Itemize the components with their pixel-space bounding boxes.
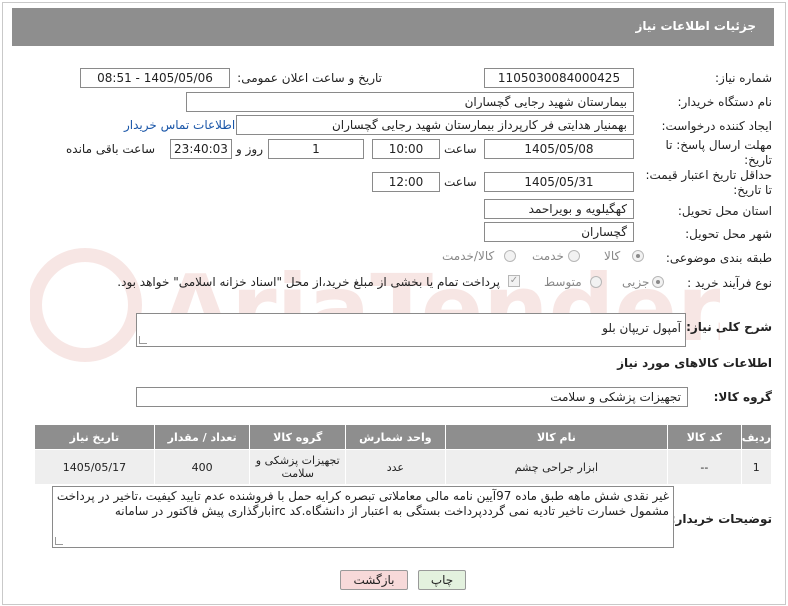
announce-label: تاریخ و ساعت اعلان عمومی:: [237, 71, 382, 85]
process-radio-partial[interactable]: [652, 276, 664, 288]
cell-code: --: [667, 449, 742, 485]
days-field: 1: [268, 139, 364, 159]
remaining-time-field: 23:40:03: [170, 139, 232, 159]
goods-group-label: گروه کالا:: [713, 390, 772, 404]
process-label: نوع فرآیند خرید :: [687, 276, 772, 290]
buyer-notes-line2: مشمول خسارت تاخیر تادیه نمی گرددپرداخت ب…: [114, 504, 669, 518]
buyer-notes-label: توضیحات خریدار:: [670, 512, 772, 526]
cell-row: 1: [740, 449, 773, 485]
description-text: آمپول تریپان بلو: [602, 321, 681, 335]
buyer-notes-line1: غیر نقدی شش ماهه طبق ماده 97آیین نامه ما…: [56, 489, 669, 503]
days-label: روز و: [236, 142, 263, 156]
contact-link[interactable]: اطلاعات تماس خریدار: [124, 118, 235, 132]
col-name: نام کالا: [444, 424, 669, 450]
deadline-time-field: 10:00: [372, 139, 440, 159]
table-row: 1 -- ابزار جراحی چشم عدد تجهیزات پزشکی و…: [34, 449, 773, 485]
province-label: استان محل تحویل:: [677, 204, 772, 218]
creator-field: بهمنیار هدایتی فر کارپرداز بیمارستان شهی…: [236, 115, 634, 135]
deadline-time-label: ساعت: [444, 142, 477, 156]
city-field: گچساران: [484, 222, 634, 242]
print-button[interactable]: چاپ: [418, 570, 466, 590]
creator-label: ایجاد کننده درخواست:: [661, 119, 772, 133]
price-validity-label: حداقل تاریخ اعتبار قیمت: تا تاریخ:: [645, 168, 772, 197]
header-bar: جزئیات اطلاعات نیاز: [12, 8, 774, 46]
description-field: آمپول تریپان بلو: [136, 313, 686, 347]
page-title: جزئیات اطلاعات نیاز: [635, 19, 756, 33]
back-button[interactable]: بازگشت: [340, 570, 408, 590]
price-validity-date-field: 1405/05/31: [484, 172, 634, 192]
payment-note: پرداخت تمام یا بخشی از مبلغ خرید،از محل …: [117, 275, 500, 289]
col-group: گروه کالا: [249, 424, 347, 450]
category-radio-goods[interactable]: [632, 250, 644, 262]
goods-table: ردیف کد کالا نام کالا واحد شمارش گروه کا…: [34, 424, 773, 485]
category-option-both: کالا/خدمت: [442, 249, 495, 263]
col-date: تاریخ نیاز: [34, 424, 155, 450]
treasury-checkbox[interactable]: ✓: [508, 275, 520, 287]
col-row: ردیف: [740, 424, 773, 450]
buyer-field: بیمارستان شهید رجایی گچساران: [186, 92, 634, 112]
category-option-service: خدمت: [532, 249, 564, 263]
cell-unit: عدد: [345, 449, 446, 485]
goods-section-title: اطلاعات کالاهای مورد نیاز: [617, 356, 772, 370]
category-radio-both[interactable]: [504, 250, 516, 262]
description-label: شرح کلی نیاز:: [686, 320, 772, 334]
resize-grip-icon: [55, 537, 63, 545]
process-option-medium: متوسط: [544, 275, 582, 289]
announce-field: 1405/05/06 - 08:51: [80, 68, 230, 88]
price-validity-time-label: ساعت: [444, 175, 477, 189]
cell-date: 1405/05/17: [34, 449, 155, 485]
province-field: کهگیلویه و بویراحمد: [484, 199, 634, 219]
remaining-label: ساعت باقی مانده: [66, 142, 156, 156]
need-number-label: شماره نیاز:: [715, 71, 772, 85]
goods-group-field: تجهیزات پزشکی و سلامت: [136, 387, 688, 407]
deadline-date-field: 1405/05/08: [484, 139, 634, 159]
category-option-goods: کالا: [604, 249, 621, 263]
resize-grip-icon: [139, 336, 147, 344]
process-option-partial: جزیی: [622, 275, 650, 289]
cell-name: ابزار جراحی چشم: [444, 449, 669, 485]
category-radio-service[interactable]: [568, 250, 580, 262]
col-code: کد کالا: [667, 424, 742, 450]
buyer-label: نام دستگاه خریدار:: [677, 95, 773, 109]
need-number-field: 1105030084000425: [484, 68, 634, 88]
col-qty: تعداد / مقدار: [153, 424, 251, 450]
deadline-label: مهلت ارسال پاسخ: تا تاریخ:: [665, 138, 772, 167]
category-label: طبقه بندی موضوعی:: [665, 251, 772, 265]
cell-qty: 400: [153, 449, 251, 485]
col-unit: واحد شمارش: [345, 424, 446, 450]
buyer-notes-field: غیر نقدی شش ماهه طبق ماده 97آیین نامه ما…: [52, 486, 674, 548]
process-radio-medium[interactable]: [590, 276, 602, 288]
cell-group: تجهیزات پزشکی و سلامت: [249, 449, 347, 485]
city-label: شهر محل تحویل:: [685, 227, 772, 241]
table-header-row: ردیف کد کالا نام کالا واحد شمارش گروه کا…: [34, 424, 773, 450]
price-validity-time-field: 12:00: [372, 172, 440, 192]
